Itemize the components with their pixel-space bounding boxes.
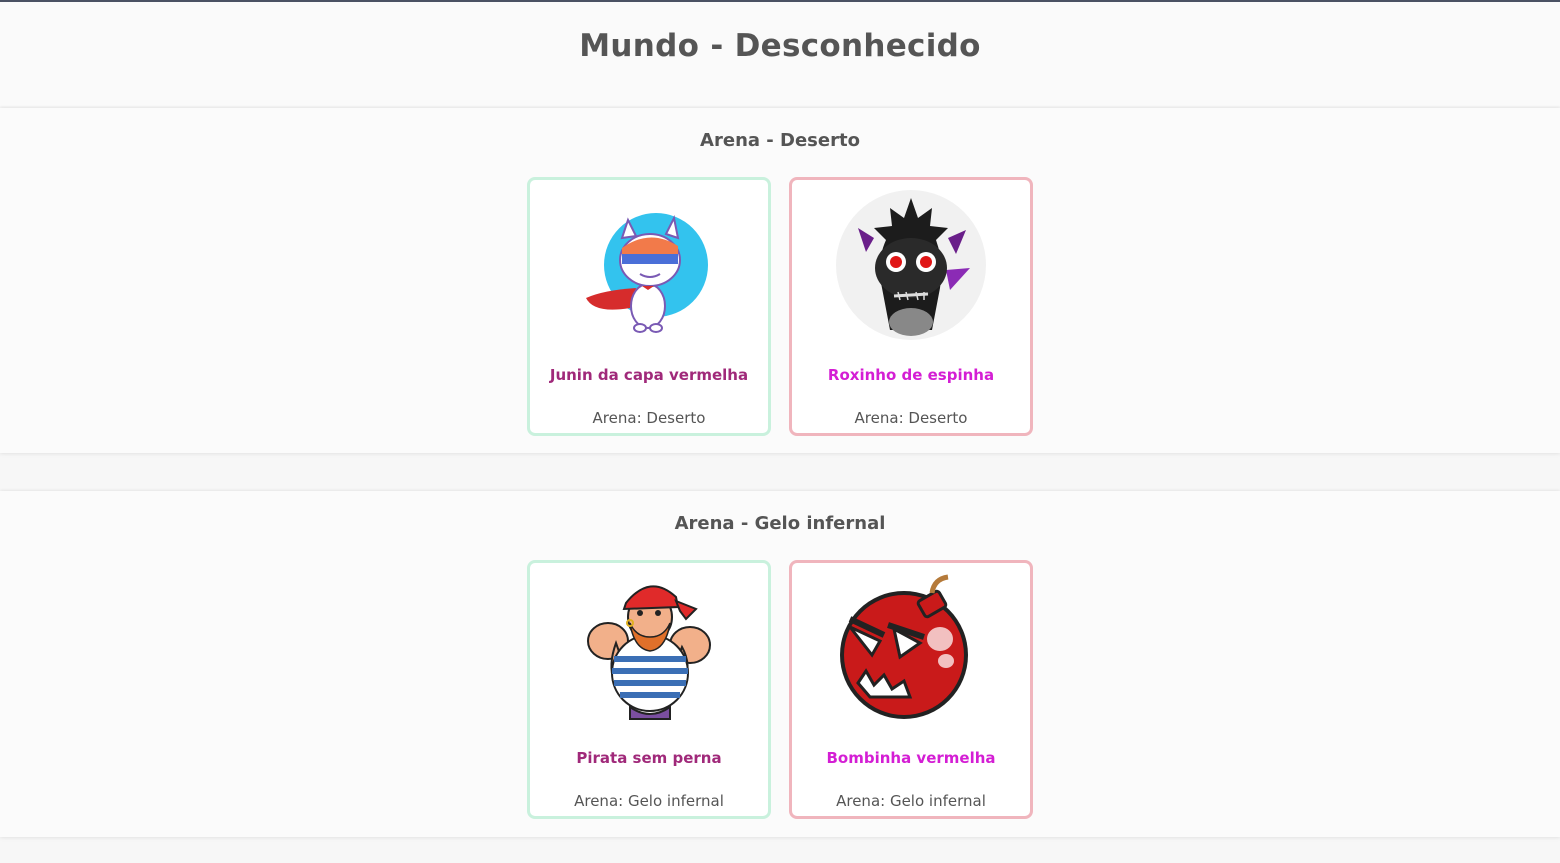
character-name: Roxinho de espinha [827,366,995,384]
character-name: Pirata sem perna [576,749,722,767]
arena-section-deserto: Arena - Deserto Junin da capa vermelha A… [0,108,1560,453]
card-list: Pirata sem perna Arena: Gelo infernal Bo… [0,560,1560,819]
pirate-icon [574,573,724,723]
page-header: Mundo - Desconhecido [0,2,1560,106]
character-arena: Arena: Gelo infernal [574,792,724,810]
character-arena: Arena: Deserto [592,409,706,427]
character-arena: Arena: Gelo infernal [836,792,986,810]
character-name: Bombinha vermelha [826,749,996,767]
character-card[interactable]: Junin da capa vermelha Arena: Deserto [527,177,771,436]
character-name: Junin da capa vermelha [549,366,749,384]
arena-title: Arena - Gelo infernal [674,513,886,534]
black-spiky-monster-icon [836,190,986,340]
character-card[interactable]: Roxinho de espinha Arena: Deserto [789,177,1033,436]
card-list: Junin da capa vermelha Arena: Deserto Ro… [0,177,1560,436]
character-card[interactable]: Pirata sem perna Arena: Gelo infernal [527,560,771,819]
caped-cat-hero-icon [574,190,724,340]
arena-title: Arena - Deserto [700,130,860,151]
page-title: Mundo - Desconhecido [579,28,981,64]
character-card[interactable]: Bombinha vermelha Arena: Gelo infernal [789,560,1033,819]
red-bomb-icon [836,573,986,723]
character-arena: Arena: Deserto [854,409,968,427]
arena-section-gelo-infernal: Arena - Gelo infernal Pirata sem perna A… [0,491,1560,837]
